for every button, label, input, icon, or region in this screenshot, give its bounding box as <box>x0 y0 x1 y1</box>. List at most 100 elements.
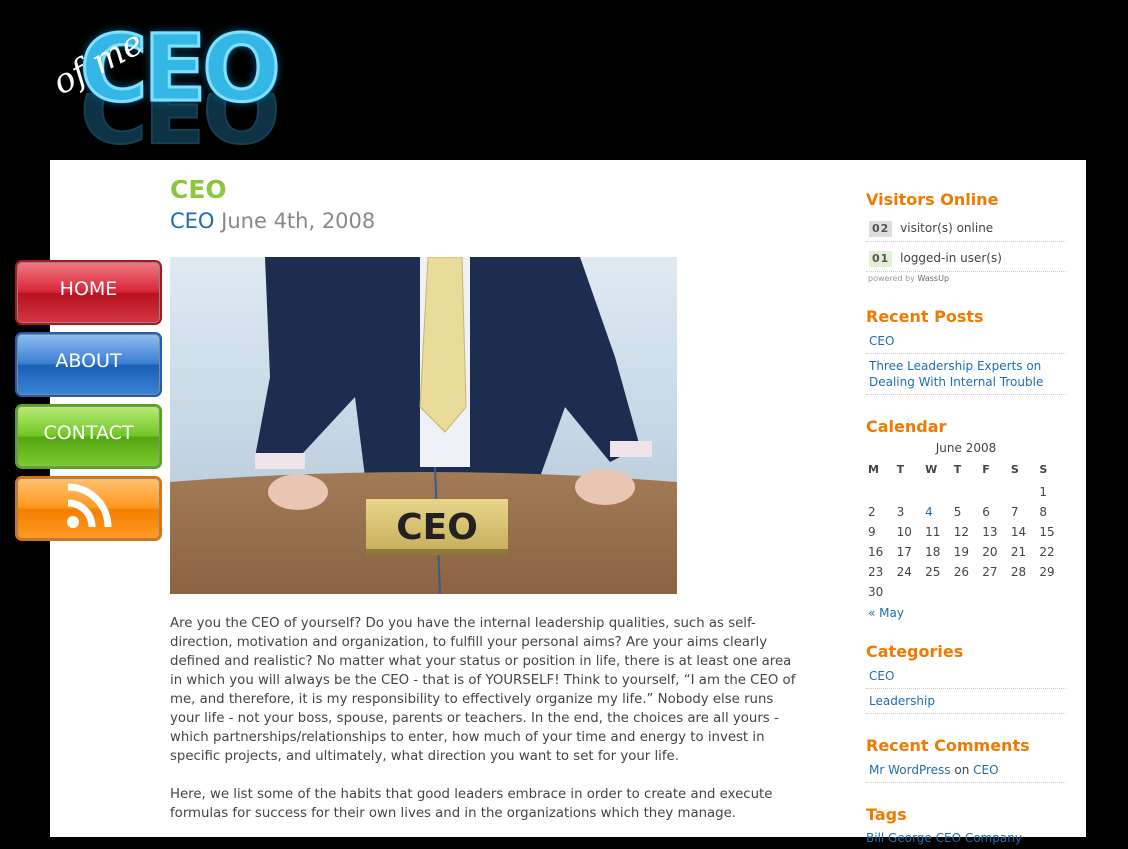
post-title[interactable]: CEO <box>170 175 806 205</box>
post-image: CEO <box>170 257 677 594</box>
calendar-day: 27 <box>982 565 998 579</box>
calendar-day: 24 <box>896 565 912 579</box>
calendar-day: 30 <box>868 585 884 599</box>
calendar-week: 16 17 18 19 20 21 22 <box>866 542 1066 562</box>
calendar-day: 17 <box>896 545 912 559</box>
comment-post-link[interactable]: CEO <box>973 763 998 777</box>
calendar-empty-cell <box>923 482 952 502</box>
calendar-day-header: M <box>868 463 879 476</box>
calendar-day-header: T <box>896 463 905 476</box>
site-logo[interactable]: CEO CEO of me <box>46 14 310 165</box>
calendar-title: Calendar <box>866 417 947 436</box>
calendar-day: 19 <box>953 545 969 559</box>
nav-contact-label: CONTACT <box>43 421 134 444</box>
calendar-day: 14 <box>1010 525 1027 539</box>
users-label: logged-in user(s) <box>900 251 1002 265</box>
post-meta: CEO June 4th, 2008 <box>170 207 806 235</box>
calendar-prev-link[interactable]: « May <box>868 606 904 620</box>
powered-by: powered by WassUp <box>866 272 1066 285</box>
calendar-day: 13 <box>982 525 998 539</box>
calendar-day: 6 <box>982 505 990 519</box>
ceo-photo: CEO <box>170 257 677 594</box>
calendar-day: 15 <box>1039 525 1055 539</box>
visitors-online-title: Visitors Online <box>866 190 999 209</box>
calendar-week: 2 3 4 5 6 7 8 <box>866 502 1066 522</box>
calendar-day: 8 <box>1039 505 1048 519</box>
visitors-label: visitor(s) online <box>900 221 994 235</box>
recent-post-link[interactable]: CEO <box>869 334 894 348</box>
calendar-week: 1 <box>866 482 1066 502</box>
calendar-day: 20 <box>982 545 998 559</box>
category-item: Leadership <box>866 689 1066 714</box>
calendar-day: 18 <box>925 545 941 559</box>
calendar-empty-cell <box>895 482 924 502</box>
comment-author-link[interactable]: Mr WordPress <box>869 763 951 777</box>
calendar-day: 12 <box>953 525 969 539</box>
categories-title: Categories <box>866 642 964 661</box>
calendar-day: 3 <box>896 505 905 519</box>
calendar-empty-cell <box>952 482 981 502</box>
calendar-day: 22 <box>1039 545 1055 559</box>
calendar-day: 28 <box>1010 565 1027 579</box>
recent-post-item: CEO <box>866 329 1066 354</box>
powered-prefix: powered by <box>868 274 915 283</box>
rss-icon <box>66 483 111 528</box>
calendar-day-header: F <box>982 463 990 476</box>
calendar-day: 23 <box>868 565 884 579</box>
category-link[interactable]: CEO <box>869 669 894 683</box>
calendar-day-header: S <box>1039 463 1048 476</box>
calendar-day-link[interactable]: 4 <box>925 505 933 519</box>
nav-about-button[interactable]: ABOUT <box>15 332 162 397</box>
calendar-week: 30 <box>866 582 1066 602</box>
calendar-day: 25 <box>925 565 941 579</box>
calendar-day: 1 <box>1039 485 1048 499</box>
category-link[interactable]: Leadership <box>869 694 935 708</box>
calendar-body: 1 2 3 4 5 6 7 8 9 10 11 12 13 14 15 16 17 18 19 20 21 22 23 24 2… <box>866 482 1066 602</box>
recent-post-link[interactable]: Three Leadership Experts on Dealing With… <box>869 359 1043 389</box>
post-paragraph-2: Here, we list some of the habits that go… <box>170 787 773 821</box>
post-date: June 4th, 2008 <box>221 209 376 233</box>
calendar-empty-cell <box>980 482 1009 502</box>
calendar: June 2008 M T W T F S S 1 2 3 4 5 6 7 8 9 10 11 12 1… <box>866 439 1066 602</box>
tags-title: Tags <box>866 805 907 824</box>
post: CEO CEO June 4th, 2008 CEO <box>170 175 806 594</box>
calendar-day: 9 <box>868 525 876 539</box>
recent-post-item: Three Leadership Experts on Dealing With… <box>866 354 1066 395</box>
recent-comment-item: Mr WordPress on CEO <box>866 758 1066 783</box>
calendar-empty-cell <box>866 482 895 502</box>
calendar-day-header: S <box>1010 463 1019 476</box>
visitors-count: 02 <box>869 221 893 237</box>
category-item: CEO <box>866 664 1066 689</box>
recent-comments-title: Recent Comments <box>866 736 1030 755</box>
calendar-day: 5 <box>953 505 962 519</box>
users-count: 01 <box>869 251 893 267</box>
tag-cloud[interactable]: Bill George CEO Company <box>866 831 1022 845</box>
calendar-day-header: T <box>953 463 962 476</box>
visitors-row: 02 visitor(s) online <box>866 216 1066 242</box>
calendar-day: 21 <box>1010 545 1027 559</box>
calendar-day: 10 <box>896 525 912 539</box>
post-category-link[interactable]: CEO <box>170 209 214 233</box>
post-paragraph-1: Are you the CEO of yourself? Do you have… <box>170 616 796 764</box>
powered-name[interactable]: WassUp <box>917 274 949 283</box>
calendar-week: 9 10 11 12 13 14 15 <box>866 522 1066 542</box>
calendar-caption: June 2008 <box>935 441 997 455</box>
recent-posts-title: Recent Posts <box>866 307 984 326</box>
comment-on-text: on <box>954 763 970 777</box>
calendar-day: 29 <box>1039 565 1055 579</box>
calendar-header: M T W T F S S <box>866 461 1066 482</box>
calendar-day: 11 <box>925 525 941 539</box>
calendar-day: 2 <box>868 505 876 519</box>
calendar-day-header: W <box>925 463 938 476</box>
nav-rss-button[interactable] <box>15 476 162 541</box>
nav-about-label: ABOUT <box>55 349 122 372</box>
users-row: 01 logged-in user(s) <box>866 246 1066 272</box>
calendar-day: 7 <box>1010 505 1019 519</box>
calendar-day: 4 <box>923 502 952 522</box>
name-plate-text: CEO <box>396 507 478 548</box>
calendar-empty-cell <box>1009 482 1038 502</box>
nav-home-button[interactable]: HOME <box>15 260 162 325</box>
calendar-day: 16 <box>868 545 884 559</box>
nav-home-label: HOME <box>59 277 118 300</box>
nav-contact-button[interactable]: CONTACT <box>15 404 162 469</box>
